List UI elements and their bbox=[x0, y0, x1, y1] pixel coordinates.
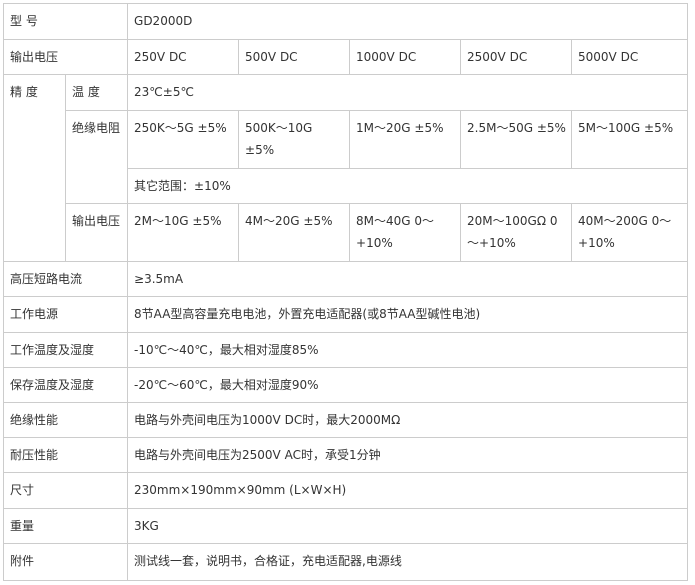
row-withstand-voltage: 耐压性能 电路与外壳间电压为2500V AC时，承受1分钟 bbox=[2, 437, 689, 474]
row-operating-env: 工作温度及湿度 -10℃～40℃，最大相对湿度85% bbox=[2, 331, 689, 368]
insulation-resistance-value: 2.5M～50G ±5% bbox=[460, 109, 573, 169]
accuracy-output-voltage-label: 输出电压 bbox=[64, 202, 129, 263]
power-supply-label: 工作电源 bbox=[2, 296, 129, 333]
accuracy-label: 精 度 bbox=[3, 74, 66, 263]
insulation-performance-value: 电路与外壳间电压为1000V DC时，最大2000MΩ bbox=[127, 401, 689, 439]
row-storage-env: 保存温度及湿度 -20℃～60℃，最大相对湿度90% bbox=[2, 366, 689, 403]
output-voltage-value: 2500V DC bbox=[460, 39, 573, 76]
operating-env-label: 工作温度及湿度 bbox=[2, 331, 129, 368]
insulation-resistance-value: 5M～100G ±5% bbox=[571, 109, 689, 169]
accuracy-output-voltage-value: 40M～200G 0～+10% bbox=[571, 202, 689, 263]
insulation-resistance-label: 绝缘电阻 bbox=[64, 109, 129, 205]
output-voltage-value: 250V DC bbox=[127, 39, 240, 76]
row-accuracy-temperature: 精 度 温 度 23℃±5℃ bbox=[3, 74, 689, 263]
row-model: 型 号 GD2000D bbox=[2, 2, 689, 41]
row-short-circuit-current: 高压短路电流 ≥3.5mA bbox=[2, 261, 689, 298]
dimensions-label: 尺寸 bbox=[2, 472, 129, 509]
output-voltage-value: 5000V DC bbox=[571, 39, 689, 76]
row-insulation-resistance: 绝缘电阻 250K～5G ±5% 500K～10G ±5% 1M～20G ±5%… bbox=[4, 109, 689, 205]
weight-value: 3KG bbox=[127, 507, 689, 544]
row-accuracy-output-voltage: 输出电压 2M～10G ±5% 4M～20G ±5% 8M～40G 0～+10%… bbox=[4, 202, 689, 263]
model-label: 型 号 bbox=[2, 2, 129, 41]
insulation-resistance-value: 500K～10G ±5% bbox=[238, 109, 351, 169]
dimensions-value: 230mm×190mm×90mm (L×W×H) bbox=[127, 472, 689, 509]
insulation-resistance-value: 250K～5G ±5% bbox=[127, 109, 240, 169]
row-insulation-performance: 绝缘性能 电路与外壳间电压为1000V DC时，最大2000MΩ bbox=[2, 401, 689, 439]
temperature-value: 23℃±5℃ bbox=[127, 74, 689, 111]
short-circuit-current-value: ≥3.5mA bbox=[127, 261, 689, 298]
accuracy-output-voltage-value: 8M～40G 0～+10% bbox=[349, 202, 462, 263]
withstand-voltage-label: 耐压性能 bbox=[2, 437, 129, 474]
model-value: GD2000D bbox=[127, 2, 689, 41]
output-voltage-value: 1000V DC bbox=[349, 39, 462, 76]
row-weight: 重量 3KG bbox=[2, 507, 689, 544]
row-dimensions: 尺寸 230mm×190mm×90mm (L×W×H) bbox=[2, 472, 689, 509]
short-circuit-current-label: 高压短路电流 bbox=[2, 261, 129, 298]
temperature-label: 温 度 bbox=[64, 74, 129, 111]
row-output-voltage: 输出电压 250V DC 500V DC 1000V DC 2500V DC 5… bbox=[2, 39, 689, 76]
row-accessories: 附件 测试线一套，说明书，合格证，充电适配器,电源线 bbox=[2, 542, 689, 582]
accessories-value: 测试线一套，说明书，合格证，充电适配器,电源线 bbox=[127, 542, 689, 582]
other-range-note: 其它范围：±10% bbox=[127, 167, 689, 205]
output-voltage-value: 500V DC bbox=[238, 39, 351, 76]
row-power-supply: 工作电源 8节AA型高容量充电电池，外置充电适配器(或8节AA型碱性电池) bbox=[2, 296, 689, 333]
insulation-resistance-value: 1M～20G ±5% bbox=[349, 109, 462, 169]
insulation-performance-label: 绝缘性能 bbox=[2, 401, 129, 439]
weight-label: 重量 bbox=[2, 507, 129, 544]
storage-env-label: 保存温度及湿度 bbox=[2, 366, 129, 403]
spec-table: 型 号 GD2000D 输出电压 250V DC 500V DC 1000V D… bbox=[2, 2, 689, 582]
accuracy-output-voltage-value: 4M～20G ±5% bbox=[238, 202, 351, 263]
accuracy-output-voltage-value: 2M～10G ±5% bbox=[127, 202, 240, 263]
accuracy-output-voltage-value: 20M～100GΩ 0～+10% bbox=[460, 202, 573, 263]
accessories-label: 附件 bbox=[2, 542, 129, 582]
withstand-voltage-value: 电路与外壳间电压为2500V AC时，承受1分钟 bbox=[127, 437, 689, 474]
output-voltage-label: 输出电压 bbox=[2, 39, 129, 76]
power-supply-value: 8节AA型高容量充电电池，外置充电适配器(或8节AA型碱性电池) bbox=[127, 296, 689, 333]
storage-env-value: -20℃～60℃，最大相对湿度90% bbox=[127, 366, 689, 403]
operating-env-value: -10℃～40℃，最大相对湿度85% bbox=[127, 331, 689, 368]
